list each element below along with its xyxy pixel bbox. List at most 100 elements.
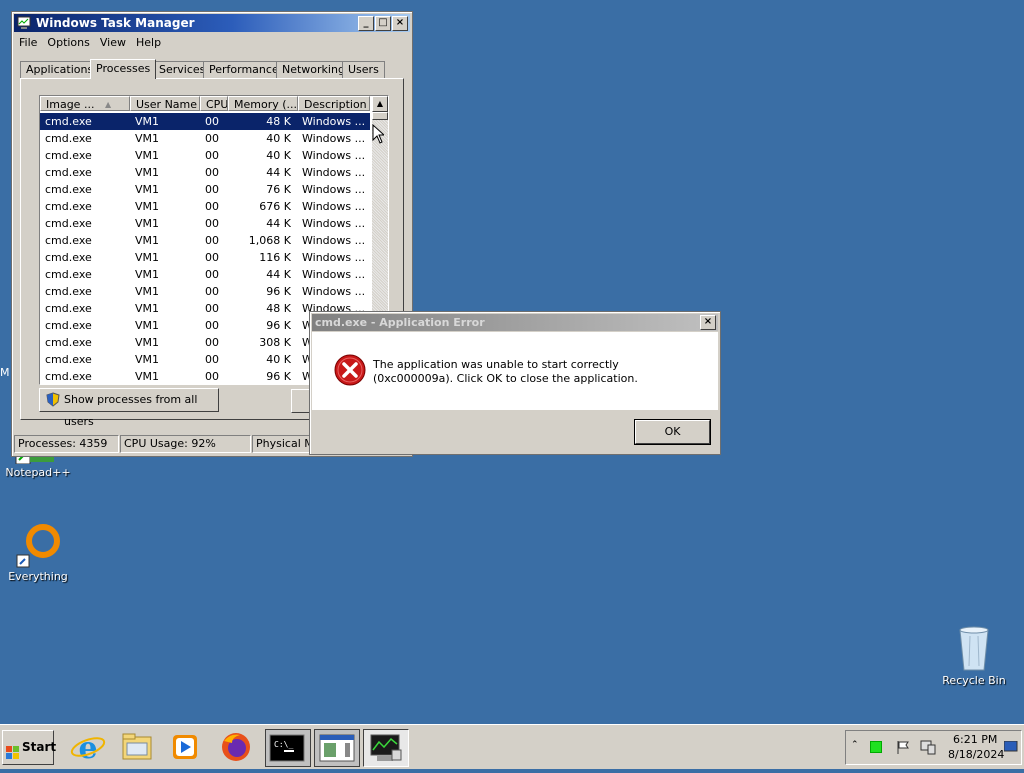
cell-user-name: VM1	[135, 285, 160, 298]
ok-button[interactable]: OK	[634, 419, 711, 445]
sort-up-icon: ▲	[105, 100, 112, 109]
menu-help[interactable]: Help	[131, 34, 166, 51]
application-error-dialog[interactable]: cmd.exe - Application Error × The applic…	[309, 311, 721, 455]
tab-applications[interactable]: Applications	[20, 61, 100, 78]
cell-memory: 40 K	[266, 149, 291, 162]
cell-image-name: cmd.exe	[45, 302, 92, 315]
file-explorer-icon[interactable]	[117, 729, 157, 765]
cell-memory: 76 K	[266, 183, 291, 196]
scroll-thumb[interactable]	[372, 112, 388, 120]
show-desktop-icon[interactable]	[1003, 740, 1018, 756]
table-row[interactable]: cmd.exe VM1 00 1,068 K Windows ...	[40, 232, 370, 249]
maximize-button[interactable]: □	[375, 16, 391, 31]
table-row[interactable]: cmd.exe VM1 00 44 K Windows ...	[40, 266, 370, 283]
internet-explorer-icon[interactable]: e	[68, 729, 108, 766]
system-tray: ⌃ 6:21 PM 8/18/2024	[845, 730, 1022, 765]
table-row[interactable]: cmd.exe VM1 00 40 K Windows ...	[40, 147, 370, 164]
tab-processes[interactable]: Processes	[90, 59, 157, 79]
cell-image-name: cmd.exe	[45, 183, 92, 196]
table-row[interactable]: cmd.exe VM1 00 96 K Windows ...	[40, 283, 370, 300]
cell-user-name: VM1	[135, 336, 160, 349]
clock-date[interactable]: 8/18/2024	[948, 748, 1004, 761]
display-icon[interactable]	[920, 739, 936, 758]
table-row[interactable]: cmd.exe VM1 00 676 K Windows ...	[40, 198, 370, 215]
cell-description: Windows ...	[302, 251, 366, 264]
menu-view[interactable]: View	[95, 34, 131, 51]
uac-shield-icon	[46, 392, 60, 407]
status-cpu-usage: CPU Usage: 92%	[120, 435, 251, 453]
table-row[interactable]: cmd.exe VM1 00 44 K Windows ...	[40, 215, 370, 232]
cell-user-name: VM1	[135, 132, 160, 145]
cell-memory: 44 K	[266, 268, 291, 281]
desktop-icon-everything[interactable]: Everything	[0, 522, 76, 583]
column-label: Image ...	[46, 98, 95, 111]
tab-networking[interactable]: Networking	[276, 61, 351, 78]
cell-description: Windows ...	[302, 166, 366, 179]
cell-description: Windows ...	[302, 183, 366, 196]
minimize-button[interactable]: _	[358, 16, 374, 31]
show-all-processes-button[interactable]: Show processes from all users	[39, 388, 219, 428]
mouse-cursor-icon	[372, 123, 386, 147]
cell-user-name: VM1	[135, 370, 160, 383]
cell-image-name: cmd.exe	[45, 336, 92, 349]
network-status-icon[interactable]	[870, 741, 882, 753]
show-hidden-icons-chevron-icon[interactable]: ⌃	[851, 740, 859, 750]
cell-image-name: cmd.exe	[45, 234, 92, 247]
cell-cpu: 00	[205, 183, 219, 196]
start-button[interactable]: Start	[2, 730, 56, 765]
dialog-titlebar[interactable]: cmd.exe - Application Error ×	[312, 314, 718, 331]
desktop-icon-label: Notepad++	[5, 466, 71, 479]
cell-memory: 96 K	[266, 370, 291, 383]
cell-memory: 96 K	[266, 285, 291, 298]
cell-image-name: cmd.exe	[45, 200, 92, 213]
cell-image-name: cmd.exe	[45, 149, 92, 162]
cell-user-name: VM1	[135, 319, 160, 332]
cell-memory: 676 K	[259, 200, 291, 213]
firefox-icon[interactable]	[216, 729, 256, 765]
cell-memory: 40 K	[266, 353, 291, 366]
column-image-name[interactable]: Image ... ▲	[40, 96, 130, 111]
process-list-header: Image ... ▲ User Name CPU Memory (... Des…	[40, 96, 370, 112]
table-row[interactable]: cmd.exe VM1 00 76 K Windows ...	[40, 181, 370, 198]
media-player-icon[interactable]	[165, 729, 205, 765]
scroll-up-button[interactable]: ▲	[372, 96, 388, 112]
cell-cpu: 00	[205, 285, 219, 298]
cell-memory: 40 K	[266, 132, 291, 145]
dialog-close-button[interactable]: ×	[700, 315, 716, 330]
svg-text:C:\_: C:\_	[274, 740, 293, 749]
cell-user-name: VM1	[135, 200, 160, 213]
column-description[interactable]: Description	[298, 96, 370, 111]
cell-memory: 44 K	[266, 166, 291, 179]
task-manager-taskbar-icon[interactable]	[363, 729, 409, 767]
tab-performance[interactable]: Performance	[203, 61, 285, 78]
clock-time[interactable]: 6:21 PM	[953, 733, 997, 746]
desktop-icon-recycle-bin[interactable]: Recycle Bin	[936, 624, 1012, 687]
cell-cpu: 00	[205, 132, 219, 145]
cell-memory: 48 K	[266, 302, 291, 315]
menu-file[interactable]: File	[14, 34, 42, 51]
tab-users[interactable]: Users	[342, 61, 385, 78]
show-all-processes-label: Show processes from all users	[64, 393, 198, 428]
action-center-flag-icon[interactable]	[896, 739, 912, 758]
column-user-name[interactable]: User Name	[130, 96, 200, 111]
cell-cpu: 00	[205, 217, 219, 230]
task-manager-titlebar[interactable]: Windows Task Manager _ □ ×	[14, 14, 410, 32]
table-row[interactable]: cmd.exe VM1 00 116 K Windows ...	[40, 249, 370, 266]
command-prompt-icon[interactable]: C:\_	[265, 729, 311, 767]
cell-image-name: cmd.exe	[45, 285, 92, 298]
menu-options[interactable]: Options	[42, 34, 94, 51]
cell-cpu: 00	[205, 319, 219, 332]
column-memory[interactable]: Memory (...	[228, 96, 298, 111]
table-row[interactable]: cmd.exe VM1 00 48 K Windows ...	[40, 113, 370, 130]
table-row[interactable]: cmd.exe VM1 00 40 K Windows ...	[40, 130, 370, 147]
close-button[interactable]: ×	[392, 16, 408, 31]
cell-cpu: 00	[205, 336, 219, 349]
window-app-icon[interactable]	[314, 729, 360, 767]
column-cpu[interactable]: CPU	[200, 96, 228, 111]
table-row[interactable]: cmd.exe VM1 00 44 K Windows ...	[40, 164, 370, 181]
cell-user-name: VM1	[135, 115, 160, 128]
cell-image-name: cmd.exe	[45, 115, 92, 128]
cell-description: Windows ...	[302, 200, 366, 213]
cell-cpu: 00	[205, 166, 219, 179]
cell-cpu: 00	[205, 149, 219, 162]
